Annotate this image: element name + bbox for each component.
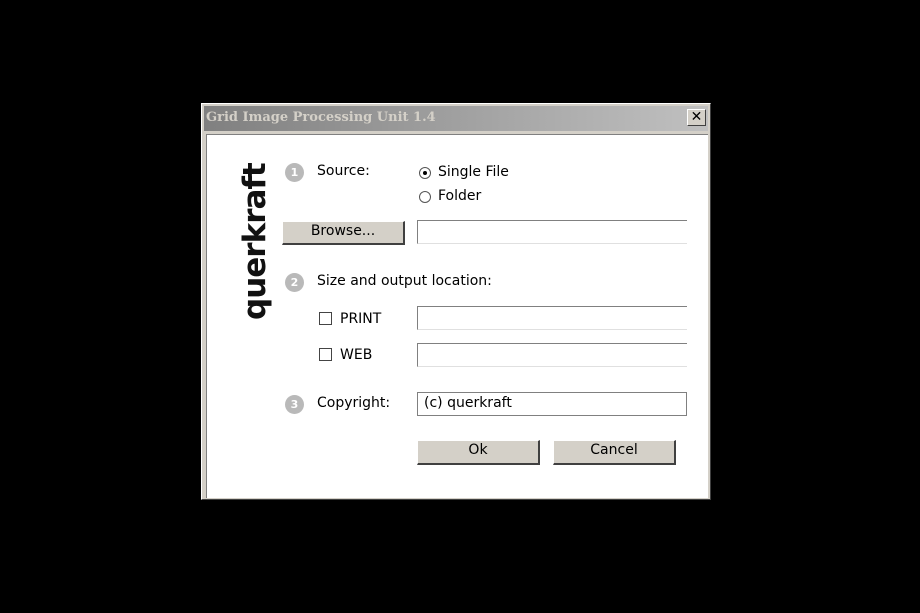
web-label[interactable]: WEB bbox=[340, 347, 372, 363]
folder-label[interactable]: Folder bbox=[438, 188, 481, 204]
browse-button[interactable]: Browse... bbox=[282, 221, 405, 245]
ok-button[interactable]: Ok bbox=[417, 440, 540, 465]
print-checkbox[interactable] bbox=[319, 312, 332, 325]
step-3-badge: 3 bbox=[285, 395, 304, 414]
web-checkbox[interactable] bbox=[319, 348, 332, 361]
querkraft-logo: querkraft bbox=[237, 163, 273, 320]
dialog-body: querkraft 1 Source: Single File Folder B… bbox=[206, 134, 708, 498]
copyright-label: Copyright: bbox=[317, 395, 391, 411]
step-1-badge: 1 bbox=[285, 163, 304, 182]
single-file-radio[interactable] bbox=[419, 167, 431, 179]
print-label[interactable]: PRINT bbox=[340, 311, 381, 327]
source-path-field[interactable] bbox=[417, 220, 687, 244]
print-path-field[interactable] bbox=[417, 306, 687, 330]
window-title: Grid Image Processing Unit 1.4 bbox=[206, 110, 436, 125]
title-bar[interactable]: Grid Image Processing Unit 1.4 ✕ bbox=[204, 106, 708, 131]
single-file-label[interactable]: Single File bbox=[438, 164, 509, 180]
close-icon: ✕ bbox=[690, 109, 703, 125]
cancel-button[interactable]: Cancel bbox=[553, 440, 676, 465]
close-button[interactable]: ✕ bbox=[687, 109, 706, 126]
folder-radio[interactable] bbox=[419, 191, 431, 203]
copyright-field[interactable]: (c) querkraft bbox=[417, 392, 687, 416]
web-path-field[interactable] bbox=[417, 343, 687, 367]
dialog-window: Grid Image Processing Unit 1.4 ✕ querkra… bbox=[201, 103, 711, 500]
source-label: Source: bbox=[317, 163, 370, 179]
step-2-badge: 2 bbox=[285, 273, 304, 292]
output-section-label: Size and output location: bbox=[317, 273, 492, 289]
